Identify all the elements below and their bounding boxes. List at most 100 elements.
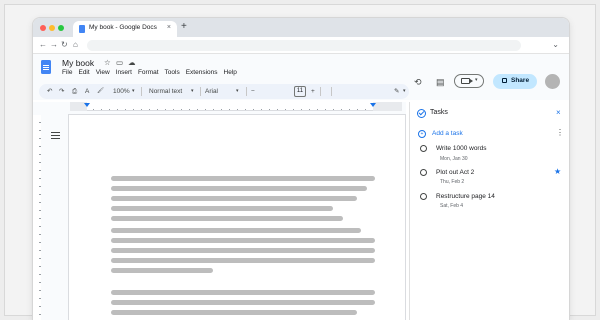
- add-task-icon[interactable]: +: [418, 130, 426, 138]
- horizontal-ruler[interactable]: [70, 102, 402, 111]
- print-icon[interactable]: ⎙: [72, 86, 77, 97]
- task-complete-checkbox[interactable]: [420, 145, 427, 152]
- document-title[interactable]: My book: [62, 58, 94, 68]
- text-line: [111, 216, 343, 221]
- text-line: [111, 196, 357, 201]
- menu-bar: File Edit View Insert Format Tools Exten…: [62, 69, 237, 76]
- outline-icon[interactable]: [51, 132, 60, 139]
- home-icon[interactable]: ⌂: [73, 40, 78, 50]
- divider: [246, 87, 247, 96]
- spellcheck-icon[interactable]: A: [85, 86, 89, 97]
- menu-edit[interactable]: Edit: [78, 69, 89, 76]
- meet-button[interactable]: ▾: [454, 74, 484, 88]
- task-complete-checkbox[interactable]: [420, 193, 427, 200]
- share-label: Share: [511, 77, 530, 84]
- tab-close-icon[interactable]: ×: [167, 23, 171, 33]
- pencil-icon[interactable]: ✎: [394, 86, 399, 97]
- undo-icon[interactable]: ↶: [47, 86, 52, 97]
- share-button[interactable]: Share: [493, 74, 537, 89]
- increase-font-size-button[interactable]: +: [311, 86, 315, 97]
- document-area: [33, 102, 406, 320]
- docs-logo-icon[interactable]: [41, 60, 51, 74]
- tasks-logo-icon: [417, 109, 426, 118]
- text-line: [111, 290, 375, 295]
- text-line: [111, 206, 333, 211]
- menu-view[interactable]: View: [96, 69, 110, 76]
- style-select[interactable]: Normal text: [149, 86, 182, 97]
- zoom-select[interactable]: 100%: [113, 86, 130, 97]
- mode-caret-icon: ▾: [403, 88, 406, 94]
- minimize-window-button[interactable]: [49, 25, 55, 31]
- tasks-panel: Tasks × + Add a task ⋮ Write 1000 words …: [409, 102, 569, 320]
- paint-format-icon[interactable]: 🖌: [97, 86, 104, 97]
- maximize-window-button[interactable]: [58, 25, 64, 31]
- menu-extensions[interactable]: Extensions: [186, 69, 218, 76]
- font-size-input[interactable]: 11: [294, 86, 306, 97]
- text-line: [111, 238, 375, 243]
- tasks-title: Tasks: [430, 109, 448, 116]
- browser-window: My book - Google Docs × + ← → ↻ ⌂ ⌄ My b…: [33, 18, 569, 320]
- left-indent-marker[interactable]: [84, 103, 90, 107]
- task-date: Sat, Feb 4: [440, 203, 464, 209]
- vertical-ruler[interactable]: [33, 115, 41, 320]
- text-line: [111, 228, 361, 233]
- text-line: [111, 186, 367, 191]
- text-line: [111, 268, 213, 273]
- browser-tab[interactable]: My book - Google Docs ×: [73, 21, 177, 37]
- divider: [331, 87, 332, 96]
- font-select[interactable]: Arial: [205, 86, 218, 97]
- task-title[interactable]: Plot out Act 2: [436, 169, 474, 176]
- document-page[interactable]: [69, 115, 405, 320]
- lock-icon: [502, 78, 507, 83]
- folder-icon[interactable]: ▭: [116, 58, 123, 68]
- text-line: [111, 300, 375, 305]
- task-title[interactable]: Write 1000 words: [436, 145, 486, 152]
- task-complete-checkbox[interactable]: [420, 169, 427, 176]
- caret-down-icon: ▾: [475, 77, 478, 83]
- formatting-toolbar: ↶ ↷ ⎙ A 🖌 100% ▾ Normal text ▾ Arial ▾ −…: [39, 84, 409, 99]
- close-window-button[interactable]: [40, 25, 46, 31]
- divider: [141, 87, 142, 96]
- cloud-icon: ☁: [128, 58, 136, 67]
- more-options-icon[interactable]: ⋮: [556, 128, 564, 138]
- task-date: Thu, Feb 2: [440, 179, 465, 185]
- divider: [320, 87, 321, 96]
- back-icon[interactable]: ←: [39, 40, 47, 50]
- tab-strip: My book - Google Docs × +: [33, 18, 569, 37]
- history-icon[interactable]: ⟲: [414, 76, 422, 88]
- chevron-down-icon[interactable]: ⌄: [552, 40, 559, 50]
- menu-file[interactable]: File: [62, 69, 72, 76]
- video-camera-icon: [461, 78, 473, 84]
- close-icon[interactable]: ×: [556, 108, 561, 118]
- text-line: [111, 258, 375, 263]
- address-bar: ← → ↻ ⌂ ⌄: [33, 37, 569, 54]
- forward-icon[interactable]: →: [50, 40, 58, 50]
- right-indent-marker[interactable]: [370, 103, 376, 107]
- text-line: [111, 176, 375, 181]
- new-tab-button[interactable]: +: [181, 21, 187, 33]
- zoom-caret-icon: ▾: [132, 88, 135, 94]
- redo-icon[interactable]: ↷: [59, 86, 64, 97]
- task-title[interactable]: Restructure page 14: [436, 193, 495, 200]
- star-icon[interactable]: ☆: [104, 58, 111, 68]
- menu-insert[interactable]: Insert: [116, 69, 132, 76]
- decrease-font-size-button[interactable]: −: [251, 86, 255, 97]
- docs-favicon-icon: [79, 25, 85, 33]
- star-icon[interactable]: ★: [554, 167, 561, 177]
- style-caret-icon: ▾: [191, 88, 194, 94]
- task-date: Mon, Jan 30: [440, 156, 468, 162]
- url-input[interactable]: [87, 40, 521, 51]
- menu-tools[interactable]: Tools: [165, 69, 180, 76]
- add-task-button[interactable]: Add a task: [432, 130, 463, 137]
- tab-title: My book - Google Docs: [89, 24, 157, 31]
- reload-icon[interactable]: ↻: [61, 40, 68, 50]
- right-margin-shade: [373, 102, 402, 111]
- comment-icon[interactable]: ▤: [436, 76, 445, 88]
- font-caret-icon: ▾: [236, 88, 239, 94]
- text-line: [111, 310, 357, 315]
- avatar[interactable]: [545, 74, 560, 89]
- menu-help[interactable]: Help: [224, 69, 237, 76]
- divider: [200, 87, 201, 96]
- text-line: [111, 248, 375, 253]
- menu-format[interactable]: Format: [138, 69, 159, 76]
